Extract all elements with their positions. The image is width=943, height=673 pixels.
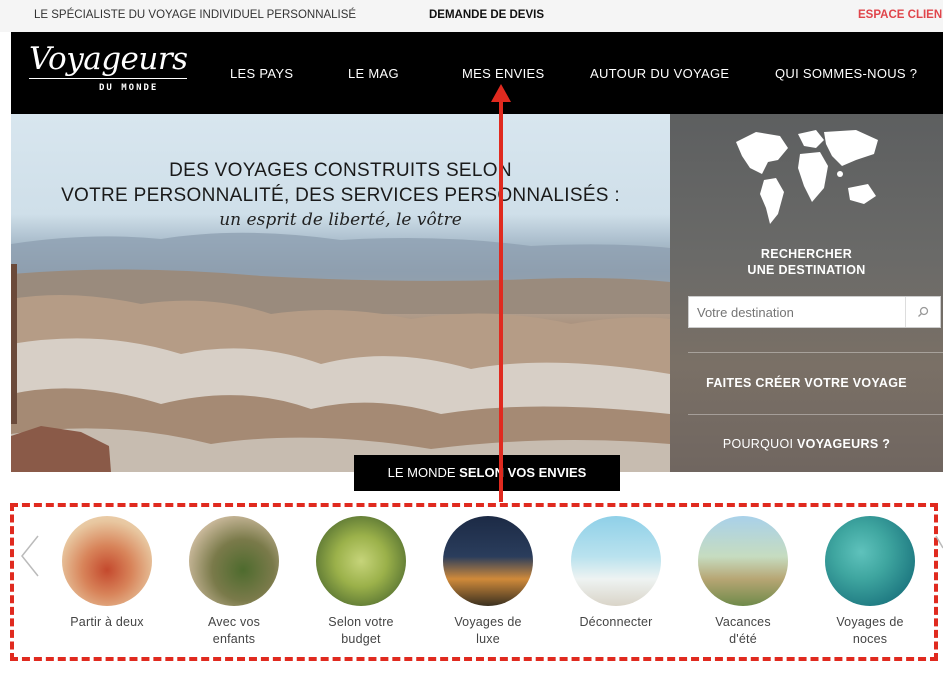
create-trip-button[interactable]: FAITES CRÉER VOTRE VOYAGE (670, 376, 943, 390)
category-partir-a-deux[interactable]: Partir à deux (47, 516, 167, 631)
world-map-icon (736, 130, 878, 224)
nav-item-envies[interactable]: MES ENVIES (462, 66, 544, 81)
nav-item-autour[interactable]: AUTOUR DU VOYAGE (590, 66, 729, 81)
main-nav: Voyageurs DU MONDE LES PAYS LE MAG MES E… (11, 32, 943, 114)
category-vacances-d-ete[interactable]: Vacances d'été (683, 516, 803, 648)
category-label: Vacances d'été (715, 615, 771, 646)
panel-divider (688, 352, 943, 353)
logo-subtitle: DU MONDE (99, 83, 159, 93)
logo[interactable]: Voyageurs DU MONDE (29, 42, 188, 93)
category-avec-vos-enfants[interactable]: Avec vos enfants (174, 516, 294, 648)
overwater-deck-image (825, 516, 915, 606)
hero-title-line2: VOTRE PERSONNALITÉ, DES SERVICES PERSONN… (61, 185, 620, 206)
why-prefix: POURQUOI (722, 437, 798, 451)
nav-item-mag[interactable]: LE MAG (348, 66, 399, 81)
why-voyageurs-button[interactable]: POURQUOI VOYAGEURS ? (670, 437, 943, 451)
search-button[interactable] (905, 297, 940, 327)
category-label: Avec vos enfants (207, 615, 261, 646)
category-label: Déconnecter (579, 615, 653, 629)
category-voyages-de-noces[interactable]: Voyages de noces (810, 516, 930, 648)
carousel-next-icon[interactable] (934, 534, 943, 578)
category-voyages-de-luxe[interactable]: Voyages de luxe (428, 516, 548, 648)
category-label: Selon votre budget (328, 615, 394, 646)
search-title: RECHERCHER UNE DESTINATION (670, 246, 943, 278)
quote-request-link[interactable]: DEMANDE DE DEVIS (429, 9, 544, 21)
hero-banner: DES VOYAGES CONSTRUITS SELON VOTRE PERSO… (11, 114, 670, 472)
search-title-line2: UNE DESTINATION (747, 263, 866, 277)
hero-title: DES VOYAGES CONSTRUITS SELON VOTRE PERSO… (11, 158, 670, 208)
category-label: Voyages de noces (836, 615, 904, 646)
taj-mahal-child-image (189, 516, 279, 606)
couple-bedroom-image (62, 516, 152, 606)
category-deconnecter[interactable]: Déconnecter (556, 516, 676, 631)
logo-underline (29, 78, 187, 79)
top-bar: LE SPÉCIALISTE DU VOYAGE INDIVIDUEL PERS… (0, 0, 943, 32)
annotation-arrow-icon (491, 84, 511, 502)
beach-palm-image (571, 516, 661, 606)
market-vegetables-image (316, 516, 406, 606)
client-area-link[interactable]: ESPACE CLIEN (858, 9, 942, 21)
family-walk-image (698, 516, 788, 606)
why-bold: VOYAGEURS ? (797, 437, 891, 451)
category-label: Partir à deux (70, 615, 144, 629)
search-title-line1: RECHERCHER (760, 247, 853, 261)
nav-item-pays[interactable]: LES PAYS (230, 66, 293, 81)
logo-wordmark: Voyageurs (29, 41, 188, 77)
hero-title-line1: DES VOYAGES CONSTRUITS SELON (169, 160, 512, 181)
tagline: LE SPÉCIALISTE DU VOYAGE INDIVIDUEL PERS… (34, 9, 357, 21)
destination-panel: RECHERCHER UNE DESTINATION FAITES CRÉER … (670, 114, 943, 472)
panel-divider (688, 414, 943, 415)
category-selon-votre-budget[interactable]: Selon votre budget (301, 516, 421, 648)
carousel-prev-icon[interactable] (20, 534, 40, 578)
category-label: Voyages de luxe (454, 615, 522, 646)
hero-subtitle: un esprit de liberté, le vôtre (219, 210, 462, 230)
button-prefix: LE MONDE (387, 465, 460, 480)
destination-search-input[interactable] (689, 297, 920, 327)
luxury-villa-image (443, 516, 533, 606)
nav-item-qui[interactable]: QUI SOMMES-NOUS ? (775, 66, 917, 81)
button-bold: SELON VOS ENVIES (459, 465, 587, 480)
search-box (688, 296, 941, 328)
search-icon (918, 306, 929, 317)
